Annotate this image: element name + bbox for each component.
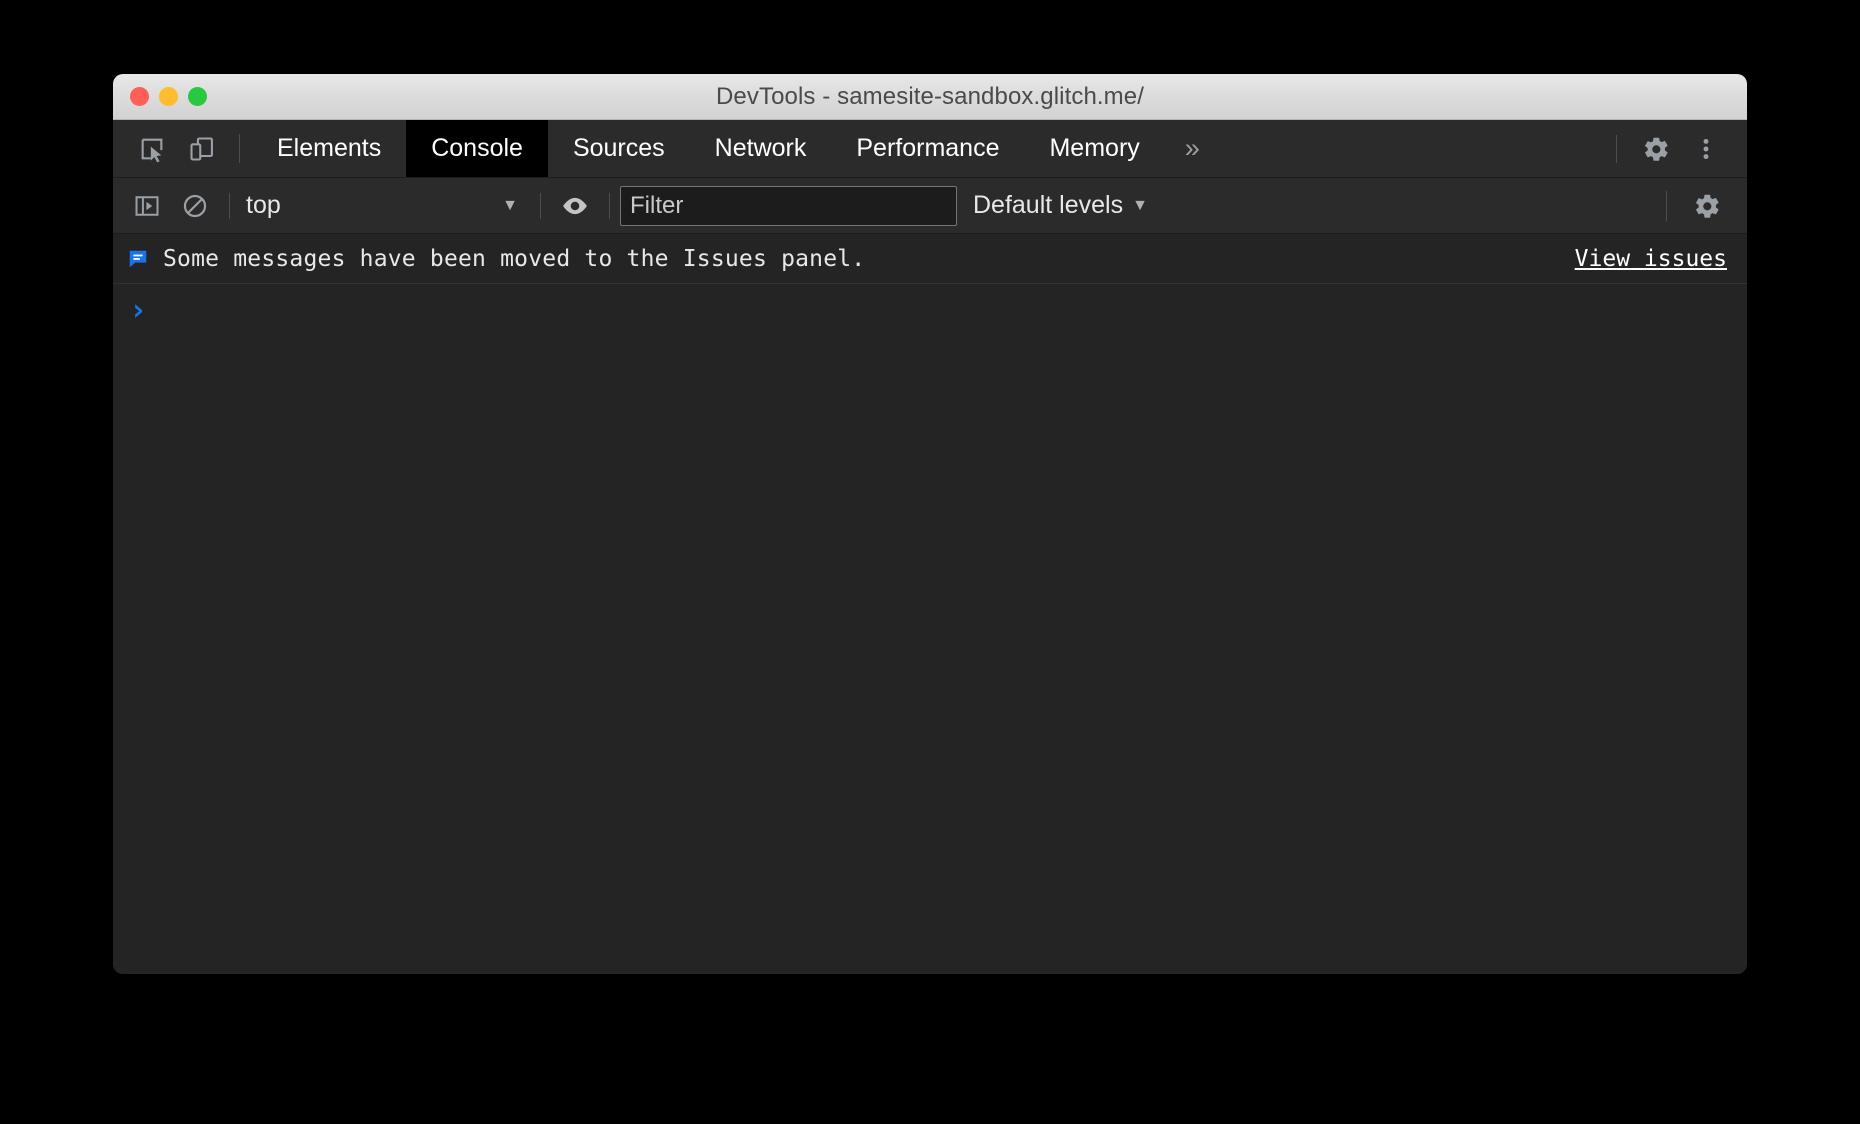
execution-context-value: top <box>246 191 281 220</box>
more-tabs-chevron-icon[interactable]: » <box>1165 120 1220 177</box>
devtools-tabbar: Elements Console Sources Network Perform… <box>113 120 1747 178</box>
tab-network[interactable]: Network <box>690 120 832 177</box>
console-toolbar: top ▼ Default levels ▼ <box>113 178 1747 234</box>
console-sidebar-icon[interactable] <box>123 192 171 220</box>
console-message-row: Some messages have been moved to the Iss… <box>113 234 1747 284</box>
inspect-element-icon[interactable] <box>127 120 177 177</box>
tab-label: Elements <box>277 134 381 163</box>
tab-memory[interactable]: Memory <box>1024 120 1164 177</box>
console-prompt-input[interactable] <box>163 298 1747 324</box>
tab-label: Console <box>431 134 523 163</box>
tabbar-right-divider <box>1616 135 1617 163</box>
tab-label: Sources <box>573 134 665 163</box>
execution-context-dropdown[interactable]: top ▼ <box>240 191 530 220</box>
toolbar-divider <box>609 193 610 219</box>
devtools-window: DevTools - samesite-sandbox.glitch.me/ E… <box>113 74 1747 974</box>
toolbar-divider <box>540 193 541 219</box>
console-toolbar-actions <box>1650 191 1747 221</box>
tabbar-actions <box>1602 120 1747 177</box>
window-titlebar: DevTools - samesite-sandbox.glitch.me/ <box>113 74 1747 120</box>
tab-label: Network <box>715 134 807 163</box>
close-window-button[interactable] <box>130 87 149 106</box>
window-title: DevTools - samesite-sandbox.glitch.me/ <box>113 83 1747 111</box>
more-tabs-label: » <box>1185 133 1200 164</box>
issues-info-icon <box>127 248 149 270</box>
prompt-chevron-icon: › <box>129 296 147 326</box>
chevron-down-icon: ▼ <box>502 198 518 214</box>
tab-sources[interactable]: Sources <box>548 120 690 177</box>
tab-label: Memory <box>1049 134 1139 163</box>
toolbar-divider <box>229 193 230 219</box>
log-levels-dropdown[interactable]: Default levels ▼ <box>957 191 1164 220</box>
tab-label: Performance <box>856 134 999 163</box>
traffic-light-group <box>130 87 207 106</box>
maximize-window-button[interactable] <box>188 87 207 106</box>
clear-console-icon[interactable] <box>171 192 219 220</box>
filter-input[interactable] <box>620 186 957 226</box>
console-message-list: Some messages have been moved to the Iss… <box>113 234 1747 974</box>
tabbar-divider <box>239 134 240 163</box>
tab-console[interactable]: Console <box>406 120 548 177</box>
kebab-menu-icon[interactable] <box>1681 135 1731 163</box>
tab-performance[interactable]: Performance <box>831 120 1024 177</box>
chevron-down-icon: ▼ <box>1132 198 1148 214</box>
view-issues-link[interactable]: View issues <box>1575 246 1727 272</box>
device-toolbar-icon[interactable] <box>177 120 227 177</box>
console-message-text: Some messages have been moved to the Iss… <box>163 246 865 272</box>
eye-icon[interactable] <box>551 191 599 221</box>
minimize-window-button[interactable] <box>159 87 178 106</box>
toolbar-right-divider <box>1666 191 1667 221</box>
gear-icon[interactable] <box>1683 191 1731 221</box>
tab-elements[interactable]: Elements <box>252 120 406 177</box>
log-levels-value: Default levels <box>973 191 1123 220</box>
gear-icon[interactable] <box>1631 134 1681 164</box>
console-prompt-row[interactable]: › <box>113 284 1747 338</box>
